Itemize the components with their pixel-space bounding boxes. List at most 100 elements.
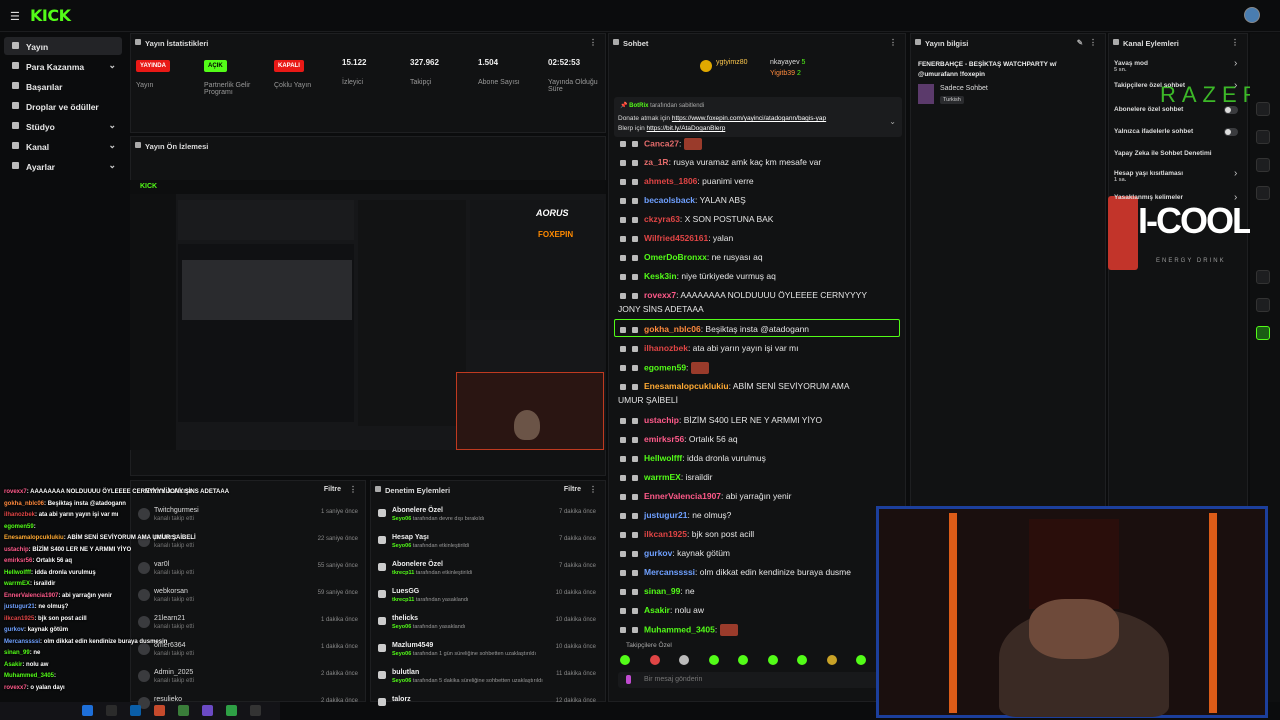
moderation-more-icon[interactable]: ⋮ xyxy=(589,485,597,494)
mod-action-icon[interactable] xyxy=(620,141,626,147)
chat-username[interactable]: ilhanozbek xyxy=(644,343,688,353)
chat-message[interactable]: Asakir: nolu aw xyxy=(620,605,704,615)
mod-action-icon[interactable] xyxy=(620,588,626,595)
mod-action-icon[interactable] xyxy=(620,178,626,185)
chat-message[interactable]: EnnerValencia1907: abi yarrağın yenir xyxy=(620,491,791,501)
chat-message[interactable]: ilhanozbek: ata abi yarın yayın işi var … xyxy=(620,343,799,353)
chat-username[interactable]: EnnerValencia1907 xyxy=(644,491,721,501)
rail-chat-icon[interactable] xyxy=(1256,186,1270,200)
mod-action-icon[interactable] xyxy=(620,292,626,299)
chat-username[interactable]: Muhammed_3405 xyxy=(644,624,715,634)
pinned-expand-icon[interactable]: ⌄ xyxy=(889,117,896,126)
toggle-switch[interactable] xyxy=(1224,128,1238,136)
chat-message[interactable]: gokha_nblc06: Beşiktaş insta @atadogann xyxy=(620,324,809,334)
chat-message[interactable]: Enesamalopcuklukiu: ABİM SENİ SEVİYORUM … xyxy=(620,381,850,391)
chat-username[interactable]: Kesk3in xyxy=(644,271,677,281)
activity-row[interactable]: 21learn21 kanalı takip etti 1 dakika önce xyxy=(130,613,362,639)
channel-action-item[interactable]: Hesap yaşı kısıtlaması 1 sa. xyxy=(1114,170,1183,183)
chat-username[interactable]: Canca27 xyxy=(644,138,679,148)
quick-emote-icon[interactable] xyxy=(708,655,719,665)
mod-action-icon[interactable] xyxy=(620,345,626,352)
top-gifter-3[interactable]: Yigitb39 2 xyxy=(770,70,801,77)
sidebar-item-4[interactable]: Stüdyo ⌄ xyxy=(4,117,122,135)
mod-action-icon[interactable] xyxy=(620,326,626,333)
chat-message[interactable]: emirksr56: Ortalık 56 aq xyxy=(620,434,738,444)
chat-username[interactable]: emirksr56 xyxy=(644,434,684,444)
mod-action-icon[interactable] xyxy=(620,365,626,371)
chat-username[interactable]: gokha_nblc06 xyxy=(644,324,701,334)
mod-action-icon[interactable] xyxy=(620,627,626,633)
chat-message[interactable]: becaolsback: YALAN ABŞ xyxy=(620,195,746,205)
moderation-row[interactable]: Hesap Yaşı Seyo06 tarafından etkinleştiri… xyxy=(372,532,604,558)
channel-action-item[interactable]: Abonelere özel sohbet xyxy=(1114,106,1183,113)
rail-share-icon[interactable] xyxy=(1256,298,1270,312)
chat-username[interactable]: Mercanssssi xyxy=(644,567,695,577)
mod-action-icon[interactable] xyxy=(620,216,626,223)
chevron-down-icon[interactable]: ⌄ xyxy=(108,120,116,131)
pinned-link-1[interactable]: https://www.foxepin.com/yayinci/atadogan… xyxy=(672,115,826,122)
mod-action-icon[interactable] xyxy=(620,493,626,500)
moderation-row[interactable]: LuesGG tkrecp11 tarafından yasaklandı 10 d… xyxy=(372,586,604,612)
chat-username[interactable]: ahmets_1806 xyxy=(644,176,697,186)
kick-logo[interactable]: KICK xyxy=(30,6,71,25)
chat-username[interactable]: ilkcan1925 xyxy=(644,529,687,539)
more-options-icon[interactable]: ⋮ xyxy=(589,38,597,47)
quick-emote-icon[interactable] xyxy=(767,655,778,665)
mod-action-icon[interactable] xyxy=(620,474,626,481)
moderation-row[interactable]: thelicks Seyo06 tarafından yasaklandı 10 d… xyxy=(372,613,604,639)
chat-message[interactable]: JONY SİNS ADETAAA xyxy=(618,304,704,314)
taskbar-app-icon[interactable] xyxy=(82,705,93,716)
channel-actions-more-icon[interactable]: ⋮ xyxy=(1231,38,1239,47)
stream-category[interactable]: Sadece Sohbet xyxy=(940,85,988,92)
activity-row[interactable]: var0l kanalı takip etti 55 saniye önce xyxy=(130,559,362,585)
sidebar-item-6[interactable]: Ayarlar ⌄ xyxy=(4,157,122,175)
taskbar-app-icon[interactable] xyxy=(226,705,237,716)
rail-close-icon[interactable] xyxy=(1256,102,1270,116)
chat-username[interactable]: Enesamalopcuklukiu xyxy=(644,381,729,391)
moderation-row[interactable]: bulutlan Seyo06 tarafından 5 dakika sürel… xyxy=(372,667,604,693)
edit-icon[interactable]: ✎ xyxy=(1077,38,1083,47)
chevron-right-icon[interactable]: › xyxy=(1234,80,1237,91)
stream-preview-video[interactable]: KICK AORUS FOXEPIN xyxy=(130,180,606,450)
chat-message[interactable]: ckzyra63: X SON POSTUNA BAK xyxy=(620,214,773,224)
mod-action-icon[interactable] xyxy=(620,417,626,424)
chat-message[interactable]: Canca27: xyxy=(620,138,702,150)
chat-message[interactable]: Mercanssssi: olm dikkat edin kendinize b… xyxy=(620,567,851,577)
chat-message[interactable]: warrmEX: israildir xyxy=(620,472,713,482)
mod-action-icon[interactable] xyxy=(620,197,626,204)
emote-picker-icon[interactable] xyxy=(626,675,631,684)
chat-message[interactable]: ustachip: BİZİM S400 LER NE Y ARMMI YİYO xyxy=(620,415,822,425)
top-gifter-1[interactable]: ygtyimz80 xyxy=(716,59,748,66)
chat-username[interactable]: OmerDoBronxx xyxy=(644,252,707,262)
rail-wrench-icon[interactable] xyxy=(1256,270,1270,284)
channel-action-item[interactable]: Yalnızca ifadelerle sohbet xyxy=(1114,128,1193,135)
chat-more-icon[interactable]: ⋮ xyxy=(889,38,897,47)
mod-action-icon[interactable] xyxy=(620,512,626,519)
pinned-link-2[interactable]: https://bit.ly/AtaDoganBlerp xyxy=(647,125,726,132)
sidebar-item-5[interactable]: Kanal ⌄ xyxy=(4,137,122,155)
mod-action-icon[interactable] xyxy=(620,235,626,242)
taskbar-app-icon[interactable] xyxy=(106,705,117,716)
channel-action-item[interactable]: Takipçilere özel sohbet xyxy=(1114,82,1185,89)
activity-row[interactable]: Twitchgurmesi kanalı takip etti 1 saniye ö… xyxy=(130,505,362,531)
chat-username[interactable]: gurkov xyxy=(644,548,672,558)
chevron-down-icon[interactable]: ⌄ xyxy=(108,60,116,71)
activity-row[interactable]: webkorsan kanalı takip etti 59 saniye önce xyxy=(130,586,362,612)
chat-message[interactable]: Wilfried4526161: yalan xyxy=(620,233,733,243)
channel-action-item[interactable]: Yavaş mod 5 sn. xyxy=(1114,60,1148,73)
rail-timer-icon[interactable] xyxy=(1256,130,1270,144)
chat-message[interactable]: OmerDoBronxx: ne rusyası aq xyxy=(620,252,763,262)
chat-message[interactable]: ilkcan1925: bjk son post acill xyxy=(620,529,754,539)
mod-action-icon[interactable] xyxy=(620,273,626,280)
quick-emote-icon[interactable] xyxy=(679,655,689,665)
sidebar-item-2[interactable]: Başarılar xyxy=(4,77,122,95)
moderation-row[interactable]: talorz 12 dakika önce xyxy=(372,694,604,720)
chevron-down-icon[interactable]: ⌄ xyxy=(108,140,116,151)
mod-action-icon[interactable] xyxy=(620,607,626,614)
moderation-row[interactable]: Abonelere Özel Seyo06 tarafından devre dı… xyxy=(372,505,604,531)
pinned-message[interactable]: 📌 BotRix tarafından sabitlendi Donate at… xyxy=(614,97,902,137)
chat-message[interactable]: Hellwolfff: idda dronla vurulmuş xyxy=(620,453,766,463)
chat-username[interactable]: ustachip xyxy=(644,415,679,425)
rail-card-icon[interactable] xyxy=(1256,158,1270,172)
chat-message[interactable]: egomen59: xyxy=(620,362,709,374)
